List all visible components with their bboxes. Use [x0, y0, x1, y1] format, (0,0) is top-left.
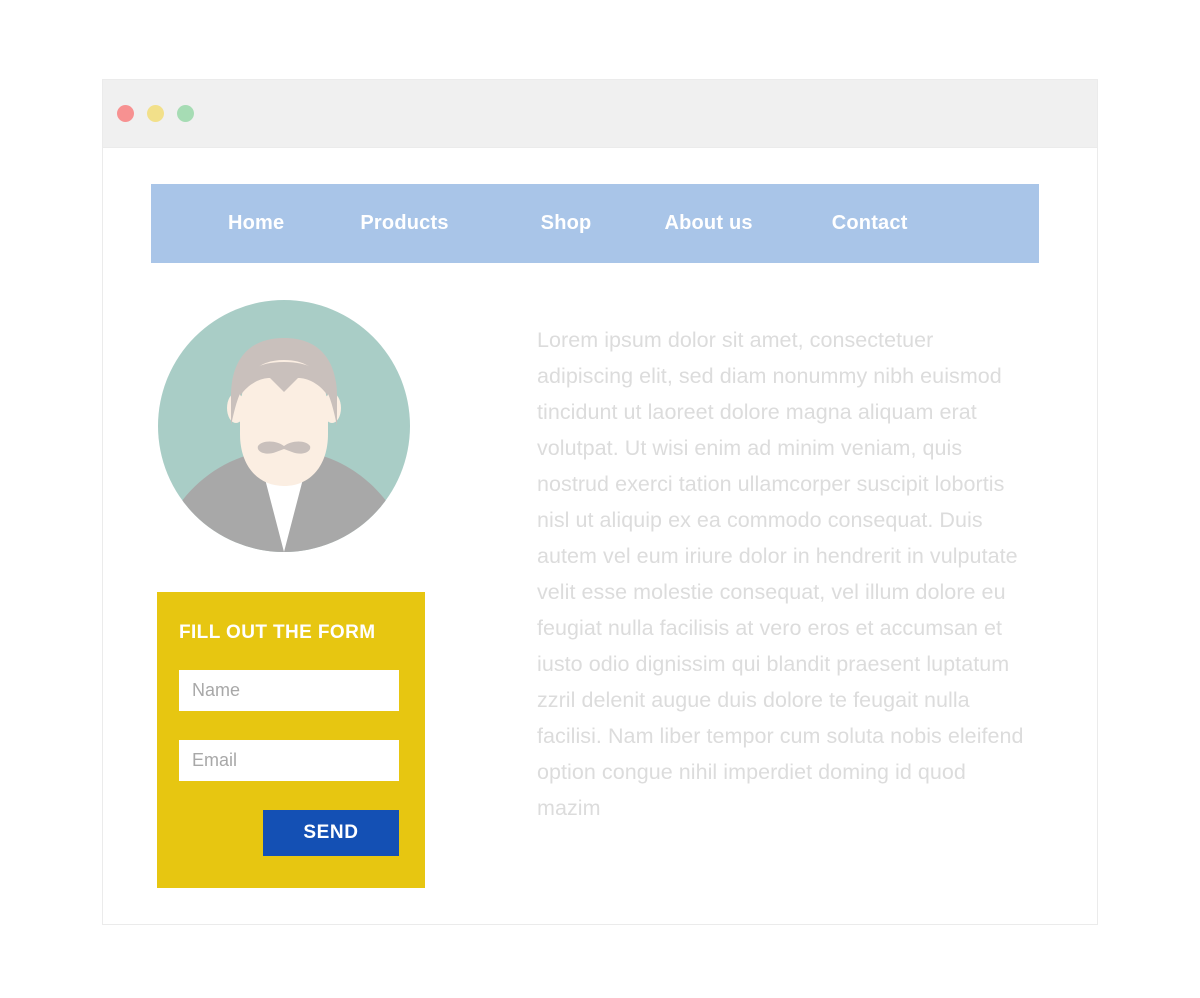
nav-item-products[interactable]: Products: [360, 212, 448, 235]
nav-item-contact[interactable]: Contact: [832, 212, 908, 235]
nav-item-home[interactable]: Home: [228, 212, 284, 235]
left-column: FILL OUT THE FORM SEND: [155, 300, 427, 888]
browser-window: Home Products Shop About us Contact FILL…: [102, 79, 1098, 925]
send-button[interactable]: SEND: [263, 810, 399, 856]
user-avatar-icon: [158, 338, 410, 552]
name-input[interactable]: [179, 670, 399, 711]
body-paragraph: Lorem ipsum dolor sit amet, consectetuer…: [537, 327, 1024, 820]
window-maximize-button[interactable]: [177, 105, 194, 122]
main-navigation: Home Products Shop About us Contact: [151, 184, 1039, 263]
nav-item-about-us[interactable]: About us: [664, 212, 752, 235]
form-title: FILL OUT THE FORM: [179, 622, 376, 643]
email-input[interactable]: [179, 740, 399, 781]
browser-title-bar: [103, 80, 1097, 148]
window-close-button[interactable]: [117, 105, 134, 122]
window-minimize-button[interactable]: [147, 105, 164, 122]
send-button-row: SEND: [179, 810, 399, 856]
nav-item-shop[interactable]: Shop: [541, 212, 592, 235]
contact-form-card: FILL OUT THE FORM SEND: [157, 592, 425, 888]
page-viewport: Home Products Shop About us Contact FILL…: [103, 148, 1097, 924]
avatar: [158, 300, 410, 552]
